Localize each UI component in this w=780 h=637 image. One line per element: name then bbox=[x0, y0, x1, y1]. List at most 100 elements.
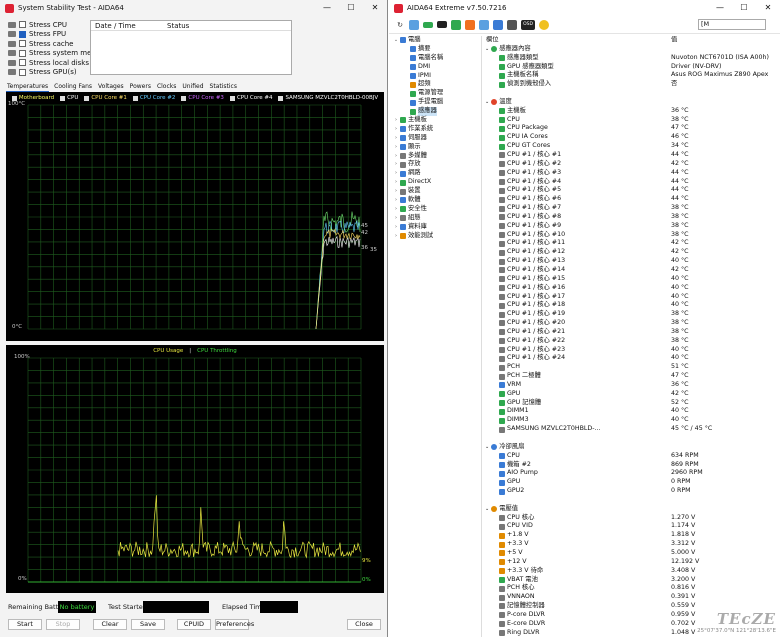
expander-icon[interactable]: › bbox=[393, 178, 399, 187]
sensor-row[interactable]: CPU #1 / 核心 #9 38 °C bbox=[483, 222, 780, 231]
sensor-row[interactable]: CPU #1 / 核心 #11 42 °C bbox=[483, 239, 780, 248]
stress-checkbox[interactable] bbox=[19, 68, 26, 76]
stress-checkbox[interactable] bbox=[19, 21, 26, 29]
sensor-row[interactable]: +1.8 V 1.818 V bbox=[483, 531, 780, 540]
sensor-row[interactable] bbox=[483, 434, 780, 443]
tree-item[interactable]: › 資料庫 bbox=[389, 223, 481, 232]
sensor-row[interactable]: CPU #1 / 核心 #6 44 °C bbox=[483, 195, 780, 204]
tree-item[interactable]: › 軟體 bbox=[389, 196, 481, 205]
benchmark-icon[interactable] bbox=[479, 19, 489, 30]
tab[interactable]: Cooling Fans bbox=[53, 82, 93, 92]
tree-item[interactable]: › 效能測試 bbox=[389, 232, 481, 241]
sensor-row[interactable]: +3.3 V 3.312 V bbox=[483, 540, 780, 549]
collapse-icon[interactable]: ⌄ bbox=[485, 443, 489, 452]
sensor-row[interactable]: CPU #1 / 核心 #7 38 °C bbox=[483, 204, 780, 213]
sensor-row[interactable]: CPU #1 / 核心 #13 40 °C bbox=[483, 257, 780, 266]
section-header[interactable]: ⌄ 冷卻風扇 bbox=[483, 443, 780, 452]
memory-icon[interactable] bbox=[423, 21, 433, 28]
collapse-icon[interactable]: ⌄ bbox=[485, 98, 489, 107]
motherboard-icon[interactable] bbox=[451, 19, 461, 30]
sensor-row[interactable]: CPU VID 1.174 V bbox=[483, 522, 780, 531]
tree-item[interactable]: 手提電腦 bbox=[389, 98, 481, 107]
col-value[interactable]: 值 bbox=[671, 36, 677, 45]
tree-item[interactable]: 電源管理 bbox=[389, 89, 481, 98]
sensor-row[interactable]: CPU #1 / 核心 #19 38 °C bbox=[483, 310, 780, 319]
tree-item[interactable]: › 裝置 bbox=[389, 187, 481, 196]
expander-icon[interactable]: ⌄ bbox=[393, 36, 399, 45]
expander-icon[interactable]: › bbox=[393, 196, 399, 205]
tree-item[interactable]: DMI bbox=[389, 63, 481, 72]
sensor-row[interactable]: +5 V 5.000 V bbox=[483, 549, 780, 558]
col-field[interactable]: 欄位 bbox=[483, 36, 671, 45]
sensor-row[interactable]: PCH 51 °C bbox=[483, 363, 780, 372]
sensor-row[interactable]: CPU Package 47 °C bbox=[483, 124, 780, 133]
tree-item[interactable]: › 多媒體 bbox=[389, 152, 481, 161]
tree-item[interactable]: › 存放 bbox=[389, 160, 481, 169]
sensor-row[interactable]: CPU #1 / 核心 #3 44 °C bbox=[483, 169, 780, 178]
section-header[interactable]: ⌄ 感應器內容 bbox=[483, 45, 780, 54]
tree-item[interactable]: ⌄ 電腦 bbox=[389, 36, 481, 45]
sensor-row[interactable]: CPU #1 / 核心 #24 40 °C bbox=[483, 354, 780, 363]
tree-item[interactable]: › 作業系統 bbox=[389, 125, 481, 134]
sensor-row[interactable]: 主機板 36 °C bbox=[483, 107, 780, 116]
close-button[interactable]: Close bbox=[347, 619, 381, 630]
tab[interactable]: Powers bbox=[129, 82, 152, 92]
sensor-row[interactable]: CPU #1 / 核心 #18 40 °C bbox=[483, 301, 780, 310]
sensor-row[interactable]: GPU 記憶體 52 °C bbox=[483, 399, 780, 408]
flame-icon[interactable] bbox=[465, 19, 475, 30]
tree-item[interactable]: › 安全性 bbox=[389, 205, 481, 214]
tree-item[interactable]: › 顯示 bbox=[389, 143, 481, 152]
tree-item[interactable]: 電腦名稱 bbox=[389, 54, 481, 63]
sensor-row[interactable]: DIMM1 40 °C bbox=[483, 407, 780, 416]
users-icon[interactable] bbox=[493, 19, 503, 30]
network-icon[interactable] bbox=[437, 21, 447, 28]
stress-checkbox[interactable] bbox=[19, 30, 26, 38]
sensor-row[interactable]: 偵測到機殼侵入 否 bbox=[483, 80, 780, 89]
refresh-icon[interactable]: ↻ bbox=[395, 20, 405, 30]
sensor-row[interactable]: CPU #1 / 核心 #1 44 °C bbox=[483, 151, 780, 160]
sensor-row[interactable]: DIMM3 40 °C bbox=[483, 416, 780, 425]
maximize-icon[interactable]: ☐ bbox=[339, 0, 363, 16]
sensor-row[interactable]: VNNAON 0.391 V bbox=[483, 593, 780, 602]
sensor-row[interactable]: CPU 核心 1.270 V bbox=[483, 514, 780, 523]
aida-maximize-icon[interactable]: ☐ bbox=[732, 0, 756, 16]
expander-icon[interactable]: › bbox=[393, 152, 399, 161]
save-button[interactable]: Save bbox=[131, 619, 165, 630]
stress-checkbox[interactable] bbox=[19, 40, 26, 48]
sensor-row[interactable]: CPU 38 °C bbox=[483, 116, 780, 125]
sensor-row[interactable]: PCH 二極體 47 °C bbox=[483, 372, 780, 381]
collapse-icon[interactable]: ⌄ bbox=[485, 505, 489, 514]
sensor-row[interactable]: CPU #1 / 核心 #5 44 °C bbox=[483, 186, 780, 195]
expander-icon[interactable]: › bbox=[393, 134, 399, 143]
sensor-row[interactable]: CPU #1 / 核心 #22 38 °C bbox=[483, 337, 780, 346]
sensor-row[interactable]: GPU 0 RPM bbox=[483, 478, 780, 487]
report-icon[interactable] bbox=[409, 19, 419, 30]
sensor-row[interactable]: 主機板名稱 Asus ROG Maximus Z890 Apex bbox=[483, 71, 780, 80]
tree-item[interactable]: › 組態 bbox=[389, 214, 481, 223]
sensor-row[interactable]: SAMSUNG MZVLC2T0HBLD-... 45 °C / 45 °C bbox=[483, 425, 780, 434]
sensor-row[interactable] bbox=[483, 89, 780, 98]
sensor-row[interactable]: CPU #1 / 核心 #16 40 °C bbox=[483, 284, 780, 293]
tree-item[interactable]: › DirectX bbox=[389, 178, 481, 187]
tab[interactable]: Unified bbox=[181, 82, 204, 92]
col-date[interactable]: Date / Time bbox=[91, 21, 163, 30]
expander-icon[interactable]: › bbox=[393, 160, 399, 169]
section-header[interactable]: ⌄ 溫度 bbox=[483, 98, 780, 107]
tree-item[interactable]: 超頻 bbox=[389, 80, 481, 89]
sensor-row[interactable]: AIO Pump 2960 RPM bbox=[483, 469, 780, 478]
minimize-icon[interactable]: — bbox=[315, 0, 339, 16]
sensor-row[interactable]: GPU 42 °C bbox=[483, 390, 780, 399]
tree-item[interactable]: › 主機板 bbox=[389, 116, 481, 125]
section-header[interactable]: ⌄ 電壓值 bbox=[483, 505, 780, 514]
expander-icon[interactable]: › bbox=[393, 169, 399, 178]
col-status[interactable]: Status bbox=[163, 21, 189, 30]
sensor-row[interactable]: CPU #1 / 核心 #15 40 °C bbox=[483, 275, 780, 284]
gauge-icon[interactable] bbox=[539, 19, 549, 30]
sensor-row[interactable]: +12 V 12.192 V bbox=[483, 558, 780, 567]
sensor-row[interactable]: VRM 36 °C bbox=[483, 381, 780, 390]
tab[interactable]: Voltages bbox=[97, 82, 125, 92]
sensor-row[interactable]: CPU #1 / 核心 #20 38 °C bbox=[483, 319, 780, 328]
expander-icon[interactable]: › bbox=[393, 214, 399, 223]
tree-item[interactable]: › 伺服器 bbox=[389, 134, 481, 143]
aida-minimize-icon[interactable]: — bbox=[708, 0, 732, 16]
